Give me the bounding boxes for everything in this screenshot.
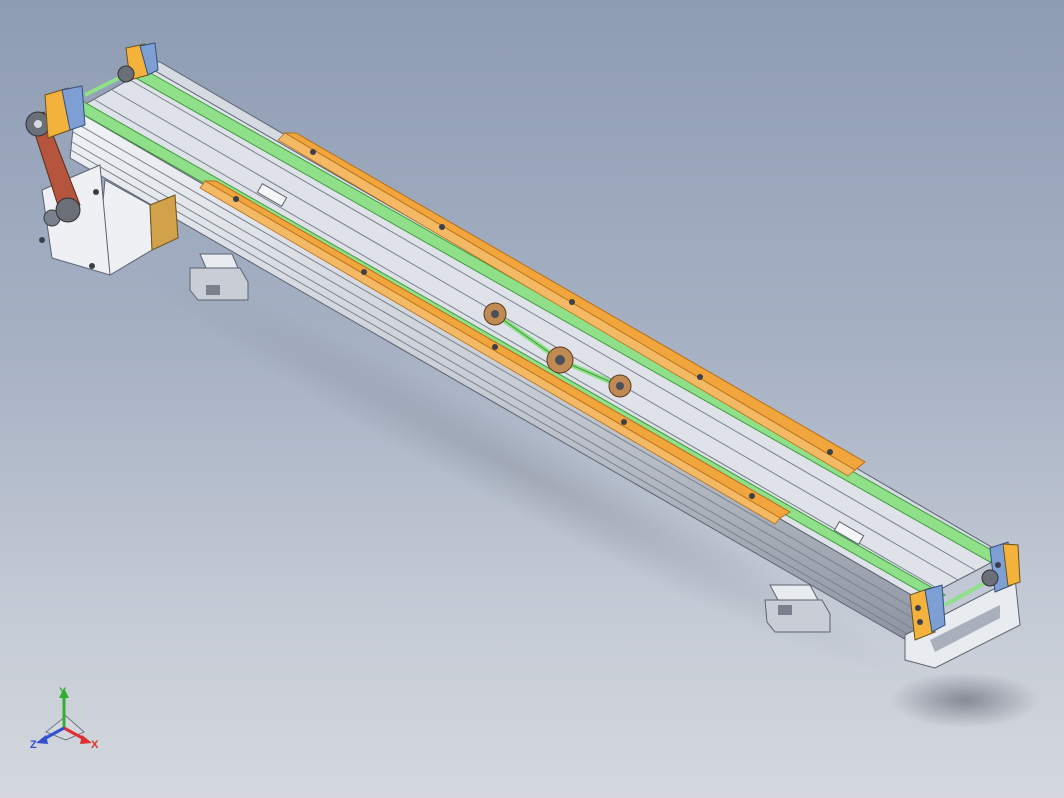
graphics-viewport[interactable]: Y X Z <box>0 0 1064 798</box>
conveyor-model[interactable] <box>0 0 1064 798</box>
view-orientation-triad[interactable]: Y X Z <box>24 684 108 758</box>
support-foot-right[interactable] <box>764 584 831 633</box>
triad-z-arrow-icon <box>36 735 48 744</box>
ground-shadow-right <box>890 672 1040 728</box>
triad-z-label: Z <box>30 739 37 751</box>
triad-y-label: Y <box>59 686 67 698</box>
support-foot-left[interactable] <box>189 253 249 301</box>
triad-x-label: X <box>91 739 99 751</box>
frame-extrusion-side[interactable] <box>69 109 921 646</box>
